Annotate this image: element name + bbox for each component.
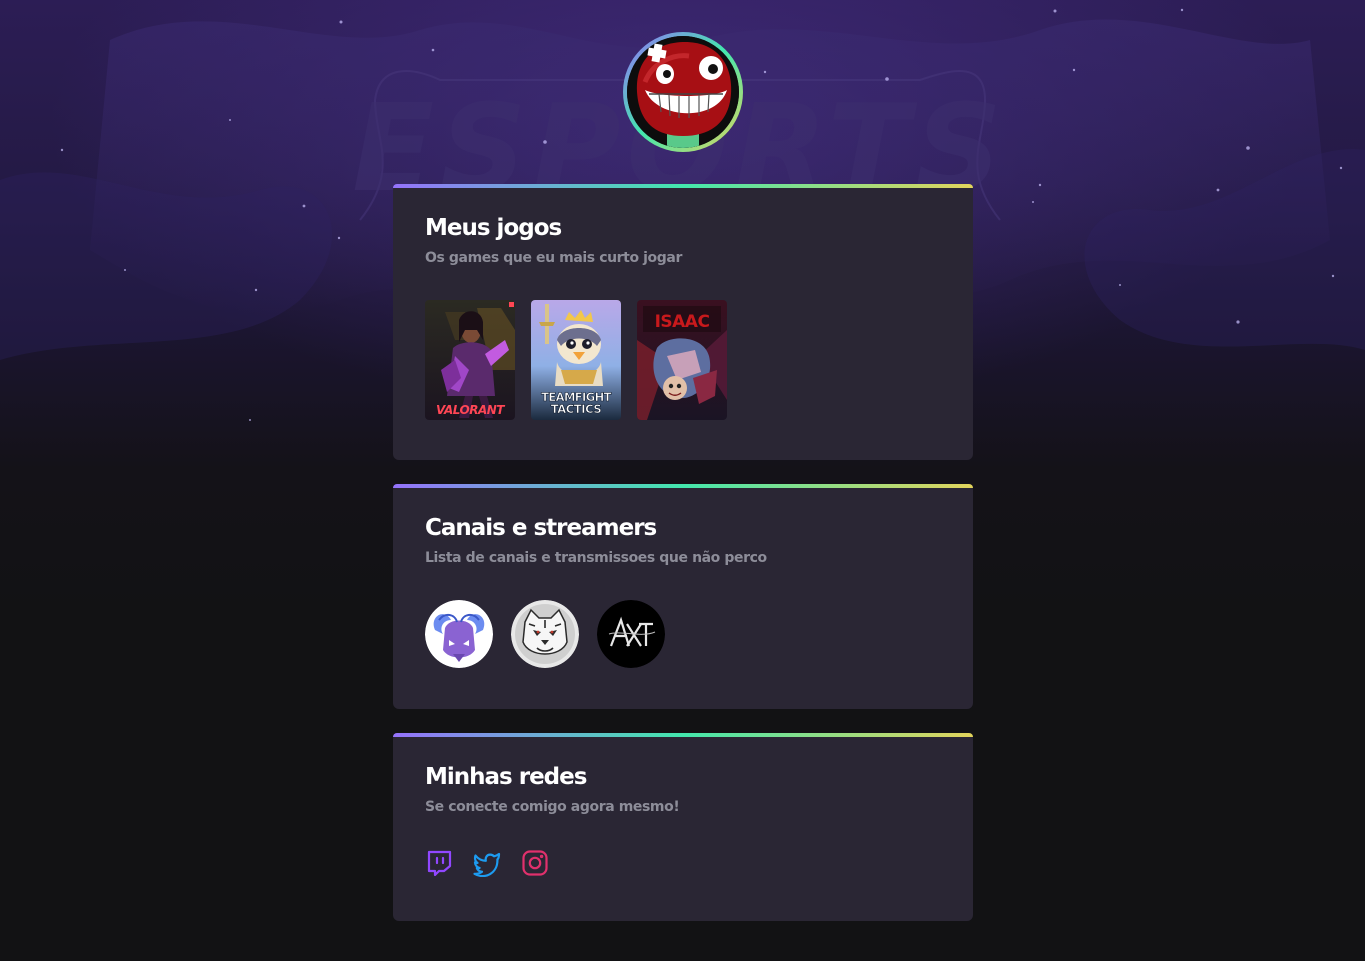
game-tft-caption-line2: TACTICS [551, 402, 602, 416]
channels-list [425, 600, 665, 668]
game-isaac-caption: ISAAC [655, 312, 710, 332]
social-subtitle: Se conecte comigo agora mesmo! [425, 799, 680, 815]
profile-avatar[interactable] [623, 32, 743, 152]
white-tiger-avatar[interactable] [511, 600, 579, 668]
axt-logo-avatar[interactable] [597, 600, 665, 668]
game-valorant[interactable]: VALORANT [425, 300, 515, 420]
social-links [425, 849, 549, 878]
games-list: VALORANT TEAMFIGHT TACTICS ISAAC [425, 300, 727, 420]
twitter-icon[interactable] [473, 849, 501, 878]
games-card: Meus jogos Os games que eu mais curto jo… [393, 184, 973, 460]
game-binding-of-isaac[interactable]: ISAAC [637, 300, 727, 420]
game-valorant-caption: VALORANT [436, 403, 505, 417]
channels-subtitle: Lista de canais e transmissoes que não p… [425, 550, 767, 566]
games-subtitle: Os games que eu mais curto jogar [425, 250, 682, 266]
games-title: Meus jogos [425, 215, 562, 241]
purple-ram-avatar[interactable] [425, 600, 493, 668]
game-teamfight-tactics[interactable]: TEAMFIGHT TACTICS [531, 300, 621, 420]
profile-page: Meus jogos Os games que eu mais curto jo… [0, 0, 1365, 961]
social-title: Minhas redes [425, 764, 587, 790]
super-meat-boy-avatar [627, 36, 739, 148]
instagram-icon[interactable] [521, 849, 549, 877]
channels-card: Canais e streamers Lista de canais e tra… [393, 484, 973, 709]
social-card: Minhas redes Se conecte comigo agora mes… [393, 733, 973, 921]
twitch-icon[interactable] [425, 849, 453, 877]
channels-title: Canais e streamers [425, 515, 657, 541]
